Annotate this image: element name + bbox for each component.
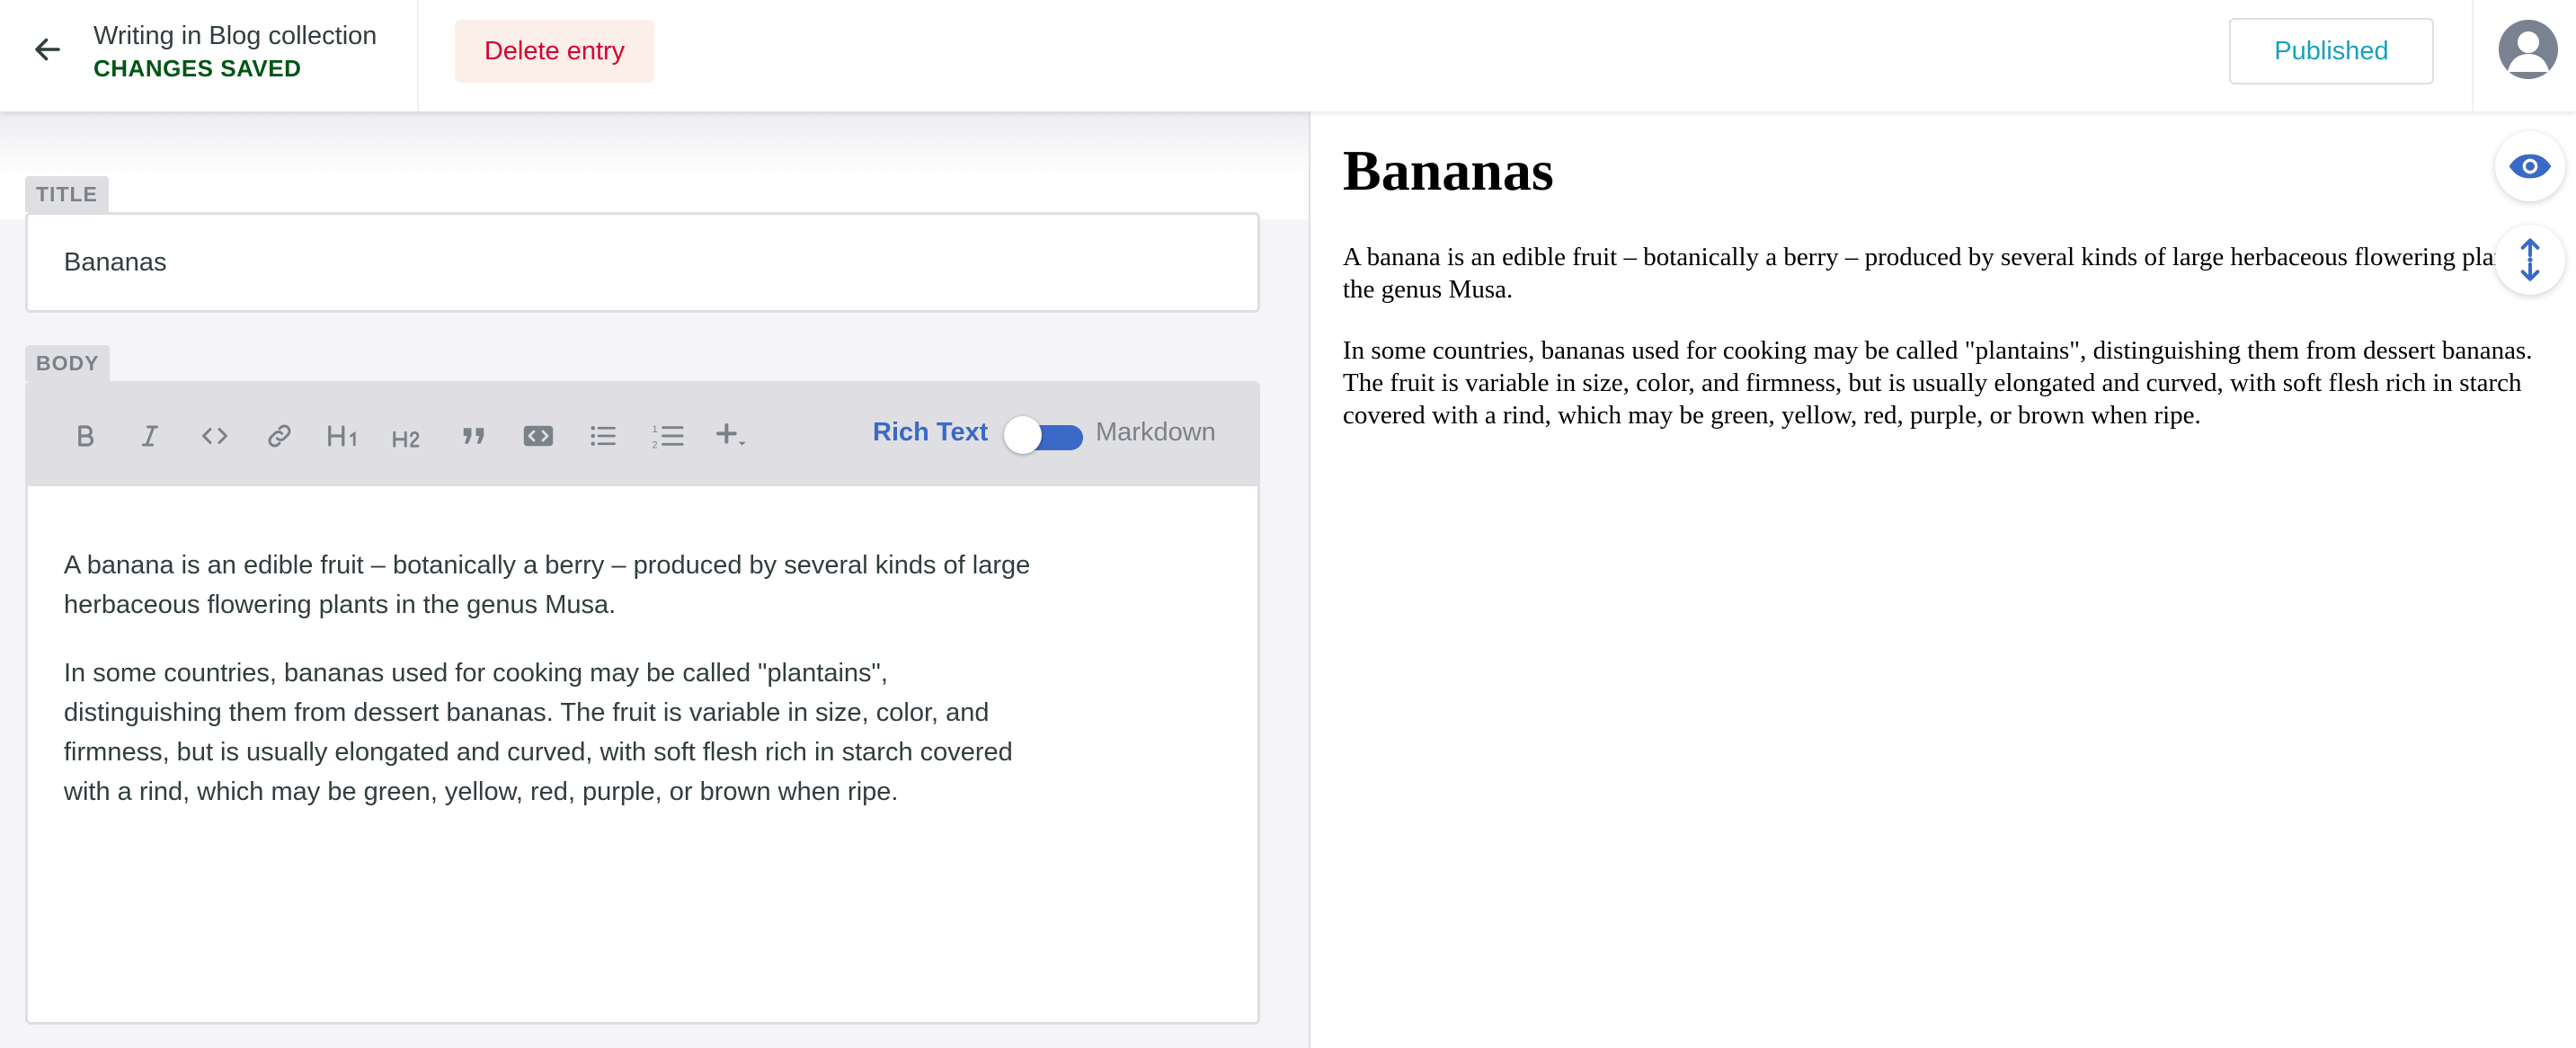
add-component-icon[interactable] <box>709 413 756 459</box>
body-paragraph: In some countries, bananas used for cook… <box>64 659 1013 806</box>
heading-2-icon[interactable] <box>386 413 432 459</box>
markdown-mode-label[interactable]: Markdown <box>1096 418 1216 448</box>
collection-title: Writing in Blog collection <box>93 22 378 50</box>
user-avatar-icon[interactable] <box>2499 20 2558 79</box>
preview-pane: Bananas A banana is an edible fruit – bo… <box>1343 135 2556 460</box>
numbered-list-icon[interactable]: 12 <box>644 413 691 459</box>
quote-icon[interactable] <box>450 413 497 459</box>
scroll-sync-icon[interactable] <box>2495 225 2565 295</box>
toggle-knob <box>1004 416 1042 454</box>
editor-mode-toggle[interactable] <box>1004 416 1090 454</box>
back-button[interactable] <box>20 23 76 79</box>
link-icon[interactable] <box>256 413 303 459</box>
saved-status: CHANGES SAVED <box>93 55 302 82</box>
header-divider <box>2472 0 2474 111</box>
delete-entry-button[interactable]: Delete entry <box>455 20 654 83</box>
editor-pane-shade <box>0 111 1309 219</box>
italic-icon[interactable] <box>127 413 173 459</box>
pane-divider <box>1309 111 1310 1048</box>
body-field-label: BODY <box>25 345 111 381</box>
svg-text:2: 2 <box>653 440 658 450</box>
heading-1-icon[interactable] <box>321 413 368 459</box>
title-field-label: TITLE <box>25 176 109 212</box>
entry-title-group: Writing in Blog collection CHANGES SAVED <box>93 20 377 84</box>
preview-paragraph: A banana is an edible fruit – botanicall… <box>1343 243 2552 304</box>
editor-header: Writing in Blog collection CHANGES SAVED… <box>0 0 2576 111</box>
bulleted-list-icon[interactable] <box>580 413 626 459</box>
preview-paragraph: In some countries, bananas used for cook… <box>1343 336 2533 430</box>
header-divider <box>417 0 419 111</box>
editor-toolbar: 12 Rich Text Markdown <box>28 384 1257 486</box>
bold-icon[interactable] <box>62 413 109 459</box>
code-icon[interactable] <box>191 413 238 459</box>
svg-text:1: 1 <box>653 424 658 435</box>
title-input[interactable]: Bananas <box>25 212 1260 313</box>
eye-icon[interactable] <box>2495 131 2565 201</box>
preview-title: Bananas <box>1343 138 1554 202</box>
body-text[interactable]: A banana is an edible fruit – botanicall… <box>64 546 1035 840</box>
rich-text-mode-label[interactable]: Rich Text <box>873 418 988 448</box>
arrow-left-icon <box>31 33 64 70</box>
code-block-icon[interactable] <box>515 413 562 459</box>
publish-status-button[interactable]: Published <box>2229 18 2434 84</box>
body-editor[interactable]: 12 Rich Text Markdown A banana is an edi… <box>25 381 1260 1025</box>
body-paragraph: A banana is an edible fruit – botanicall… <box>64 551 1031 619</box>
